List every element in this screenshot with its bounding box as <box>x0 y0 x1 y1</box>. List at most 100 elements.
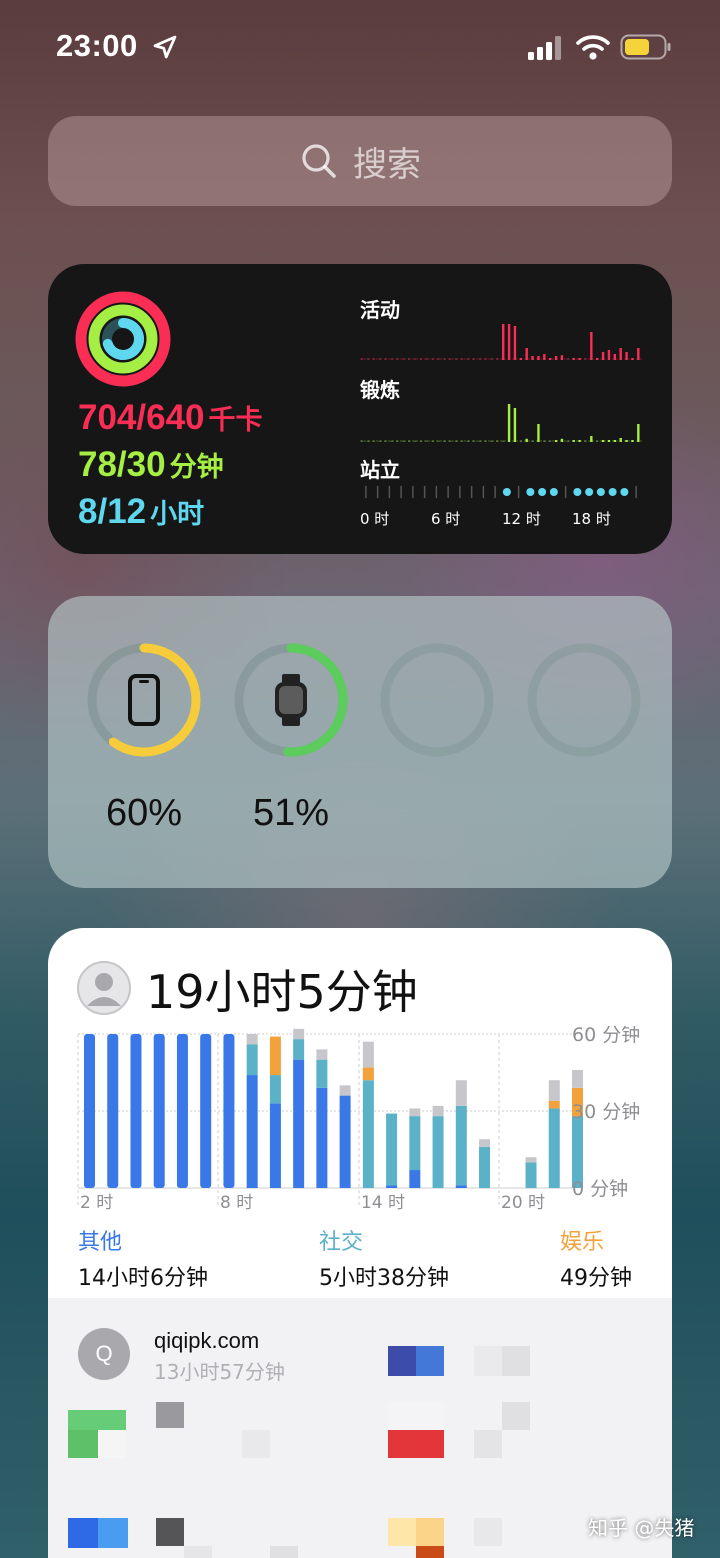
screen-time-total: 19小时5分钟 <box>146 965 418 1019</box>
hour-bar <box>572 440 575 442</box>
hour-bar <box>560 438 564 442</box>
stand-metric: 8/12 小时 <box>78 492 204 532</box>
exercise-value: 78/30 <box>78 445 166 484</box>
x-axis-tick-label: 8 时 <box>220 1193 253 1213</box>
screen-time-bar-segment <box>130 1034 142 1188</box>
screen-time-bar-segment <box>246 1044 258 1076</box>
hour-bar <box>566 440 570 442</box>
category-name: 其他 <box>78 1230 123 1255</box>
y-axis-tick-label: 60 分钟 <box>572 1026 640 1046</box>
screen-time-bar-segment <box>479 1139 491 1147</box>
stand-hour-dot <box>608 488 617 496</box>
stand-hourly-chart <box>365 486 637 498</box>
search-bar[interactable]: 搜索 <box>48 116 672 206</box>
stand-hour-dot <box>549 488 558 496</box>
stand-hour-dot <box>573 488 582 496</box>
exercise-metric: 78/30 分钟 <box>78 445 224 485</box>
hour-bar <box>502 324 505 360</box>
screen-time-bar-segment <box>455 1185 467 1188</box>
hour-bar <box>425 440 429 442</box>
fitness-x-tick: 6 时 <box>431 510 461 528</box>
screen-time-bar-segment <box>200 1034 212 1188</box>
hour-bar <box>560 355 564 360</box>
exercise-hourly-chart <box>360 404 642 442</box>
hour-bar <box>455 440 458 442</box>
hour-bar <box>378 440 382 442</box>
screen-time-bar-segment <box>409 1116 421 1171</box>
screen-time-bar-segment <box>293 1028 305 1040</box>
empty-battery-ring <box>527 643 641 757</box>
activity-rings-icon <box>75 291 171 387</box>
hour-bar <box>413 440 417 442</box>
hour-bar <box>631 440 634 442</box>
stand-value: 8/12 <box>78 492 147 531</box>
exercise-chart-label: 锻炼 <box>360 378 400 402</box>
screen-time-bar-segment <box>316 1087 328 1188</box>
hour-bar <box>596 440 599 442</box>
screen-time-bar-segment <box>293 1039 305 1060</box>
screen-time-bar-segment <box>339 1085 351 1096</box>
hour-bar <box>366 358 370 360</box>
hour-bar <box>361 358 364 360</box>
screen-time-bar-segment <box>153 1034 165 1188</box>
hour-bar <box>413 358 417 360</box>
hour-bar <box>496 358 499 360</box>
hour-bar <box>543 354 546 360</box>
stand-chart-label: 站立 <box>360 458 400 482</box>
screen-time-bar-segment <box>409 1108 421 1117</box>
stand-hour-dot <box>526 488 535 496</box>
hour-bar <box>478 440 481 442</box>
category-name: 社交 <box>319 1230 364 1255</box>
category-time: 5小时38分钟 <box>319 1266 449 1291</box>
avatar-icon <box>77 961 131 1015</box>
app-name[interactable]: qiqipk.com <box>154 1328 259 1354</box>
battery-level-icon <box>620 34 671 60</box>
hour-bar <box>466 358 470 360</box>
screen-time-widget[interactable]: 19小时5分钟 60 分钟 30 分钟 0 分钟 2 时 8 时 14 时 20 时 其他 … <box>48 928 672 1558</box>
hour-bar <box>443 358 446 360</box>
hour-bar <box>425 358 429 360</box>
hour-bar <box>601 440 605 442</box>
stand-unit: 小时 <box>150 499 205 530</box>
fitness-x-tick: 18 时 <box>572 510 611 528</box>
hour-bar <box>554 440 558 442</box>
stand-hour-dot <box>538 488 547 496</box>
hour-bar <box>437 440 440 442</box>
batteries-widget[interactable]: 60% 51% <box>48 596 672 888</box>
stand-hour-dot <box>585 488 594 496</box>
hour-bar <box>625 352 628 360</box>
screen-time-bar-segment <box>269 1075 281 1104</box>
screen-time-bar-segment <box>548 1100 560 1109</box>
hour-bar <box>431 440 434 442</box>
cellular-signal-icon <box>528 36 561 60</box>
move-hourly-chart <box>360 324 642 360</box>
hour-bar <box>631 358 634 360</box>
search-icon <box>302 144 336 178</box>
hour-bar <box>601 352 605 360</box>
screen-time-bar-segment <box>293 1059 305 1188</box>
screen-time-bar-segment <box>223 1034 235 1188</box>
move-chart-label: 活动 <box>360 298 400 322</box>
hour-bar <box>484 358 487 360</box>
category-time: 14小时6分钟 <box>78 1266 208 1291</box>
hour-bar <box>584 358 587 360</box>
hour-bar <box>537 356 540 360</box>
hour-bar <box>590 436 593 442</box>
hour-bar <box>396 358 399 360</box>
hour-bar <box>531 440 534 442</box>
y-axis-tick-label: 0 分钟 <box>572 1178 628 1200</box>
screen-time-bar-segment <box>455 1080 467 1106</box>
screen-time-bar-segment <box>548 1080 560 1101</box>
screen-time-bar-segment <box>362 1041 374 1068</box>
fitness-widget[interactable]: 704/640 千卡 78/30 分钟 8/12 小时 活动 锻炼 站立 0 时 6 … <box>48 264 672 554</box>
screen-time-bar-segment <box>525 1162 537 1188</box>
screen-time-bar-segment <box>339 1095 351 1188</box>
hour-bar <box>361 440 364 442</box>
screen-time-bar-segment <box>409 1170 421 1188</box>
fitness-x-tick: 0 时 <box>360 510 390 528</box>
phone-battery-ring <box>87 643 201 757</box>
hour-bar <box>419 358 423 360</box>
hour-bar <box>419 440 423 442</box>
hour-bar <box>502 440 505 442</box>
screen-time-bar-segment <box>269 1103 281 1188</box>
